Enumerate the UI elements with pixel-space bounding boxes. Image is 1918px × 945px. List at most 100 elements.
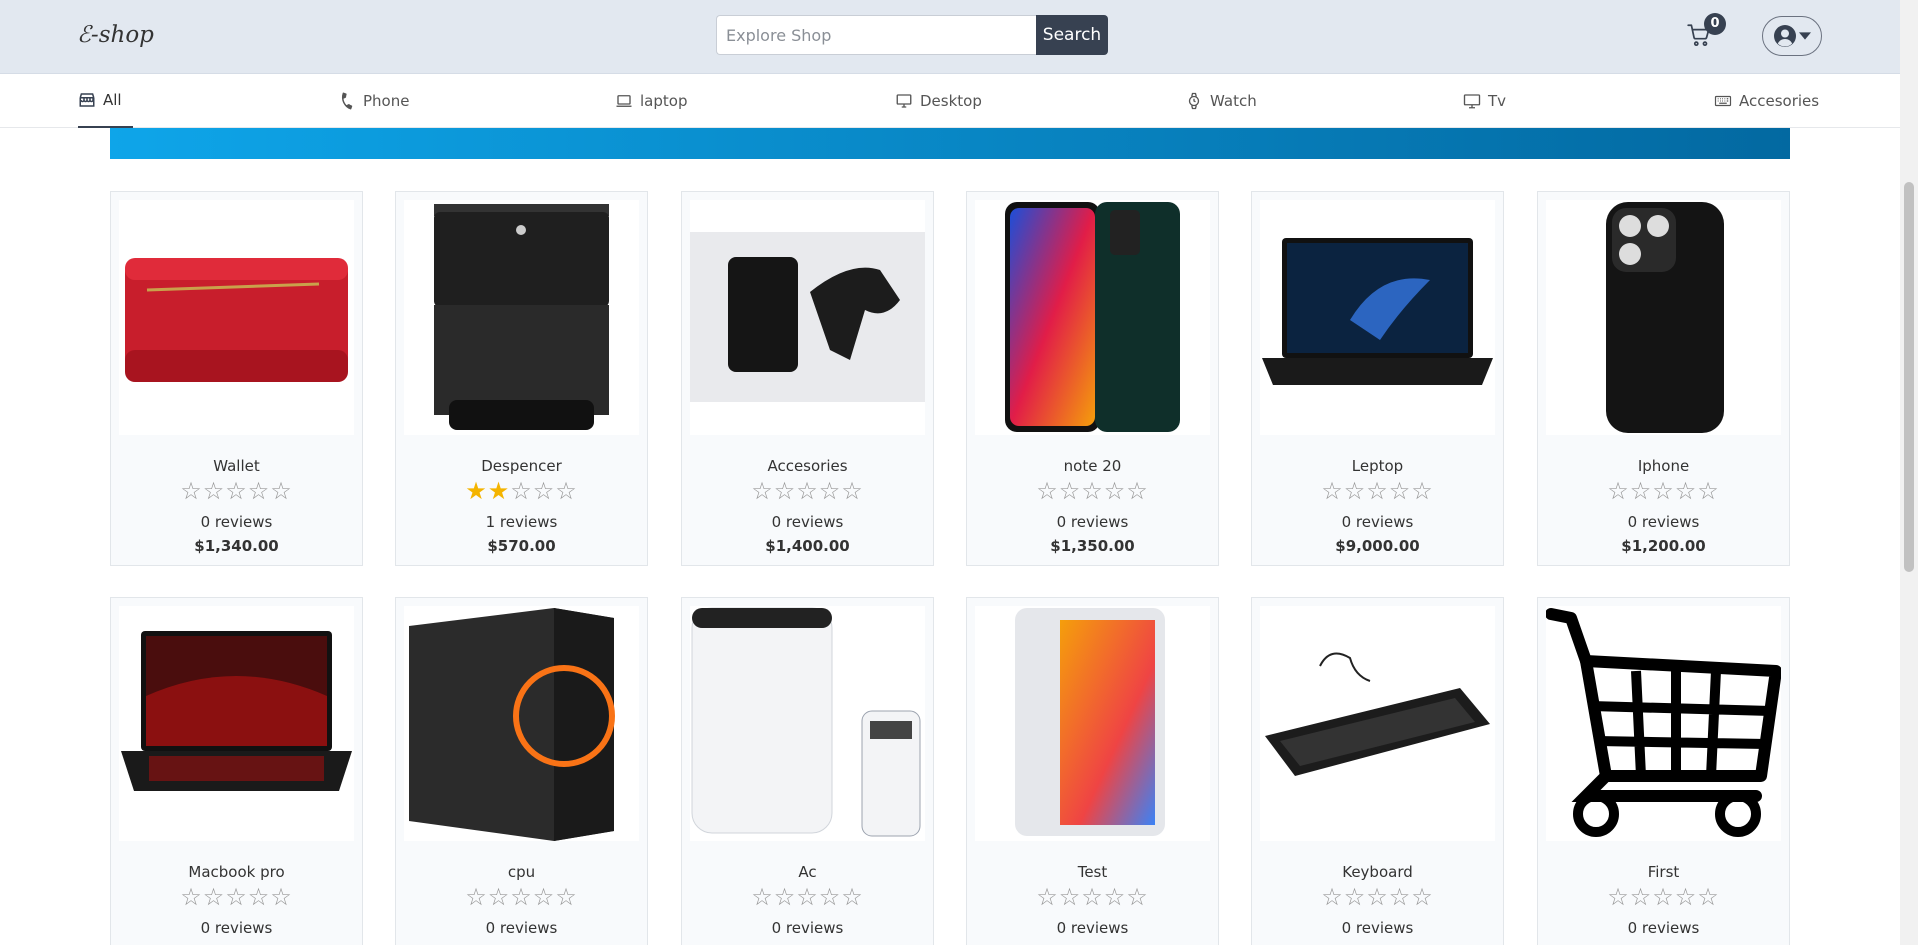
category-tab-watch[interactable]: Watch [1185,74,1257,128]
product-card[interactable]: Accesories ☆☆☆☆☆ 0 reviews $1,400.00 [681,191,934,566]
product-name[interactable]: Leptop [1252,457,1503,475]
star-icon: ☆ [1103,883,1127,911]
product-name[interactable]: Accesories [682,457,933,475]
review-count: 0 reviews [1341,919,1414,937]
brand-logo[interactable]: ℰ-shop [77,22,154,48]
product-image-ac[interactable] [690,606,925,841]
product-name[interactable]: Ac [682,863,933,881]
star-icon: ☆ [532,477,556,505]
rating-stars: ☆☆☆☆☆ [967,477,1218,505]
review-count: 0 reviews [1056,919,1129,937]
review-count: 0 reviews [1056,513,1129,531]
star-icon: ☆ [180,883,203,911]
product-image-test[interactable] [975,606,1210,841]
review-count: 0 reviews [771,513,844,531]
category-tab-desktop[interactable]: Desktop [895,74,982,128]
page-scrollbar[interactable] [1900,0,1918,945]
product-name[interactable]: Despencer [396,457,647,475]
product-price: $570.00 [487,537,556,555]
store-icon [79,93,95,107]
star-filled-icon: ★ [487,477,511,505]
star-icon: ☆ [1321,883,1344,911]
star-icon: ☆ [1652,883,1675,911]
product-name[interactable]: Iphone [1538,457,1789,475]
category-nav: All Phone laptop Desktop Watch Tv Acceso… [0,74,1900,128]
category-tab-laptop[interactable]: laptop [615,74,687,128]
phone-icon [342,92,353,110]
product-price: $1,340.00 [194,537,279,555]
product-image-leptop[interactable] [1260,200,1495,435]
star-icon: ☆ [510,477,533,505]
category-tab-accesories[interactable]: Accesories [1714,74,1819,128]
product-card[interactable]: Test ☆☆☆☆☆ 0 reviews [966,597,1219,945]
star-icon: ☆ [555,883,578,911]
star-icon: ☆ [1036,477,1059,505]
star-icon: ☆ [818,883,842,911]
product-card[interactable]: Ac ☆☆☆☆☆ 0 reviews [681,597,934,945]
product-card[interactable]: Iphone ☆☆☆☆☆ 0 reviews $1,200.00 [1537,191,1790,566]
product-image-keyboard[interactable] [1260,606,1495,841]
star-icon: ☆ [202,883,226,911]
star-icon: ☆ [225,883,248,911]
category-tab-all[interactable]: All [78,74,133,128]
star-icon: ☆ [1697,883,1720,911]
star-icon: ☆ [465,883,488,911]
laptop-icon [616,95,632,107]
star-icon: ☆ [841,477,864,505]
product-image-macbook-pro[interactable] [119,606,354,841]
product-card[interactable]: Keyboard ☆☆☆☆☆ 0 reviews [1251,597,1504,945]
product-image-iphone[interactable] [1546,200,1781,435]
star-icon: ☆ [1411,883,1434,911]
review-count: 1 reviews [485,513,558,531]
product-card[interactable]: Wallet ☆☆☆☆☆ 0 reviews $1,340.00 [110,191,363,566]
promo-banner[interactable] [110,128,1790,159]
desktop-icon [896,94,912,108]
product-image-wallet[interactable] [119,200,354,435]
product-name[interactable]: Macbook pro [111,863,362,881]
product-card[interactable]: Macbook pro ☆☆☆☆☆ 0 reviews [110,597,363,945]
product-name[interactable]: cpu [396,863,647,881]
product-image-note-20[interactable] [975,200,1210,435]
product-price: $1,400.00 [765,537,850,555]
rating-stars: ★★☆☆☆ [396,477,647,505]
product-image-cpu[interactable] [404,606,639,841]
star-icon: ☆ [1058,883,1082,911]
product-name[interactable]: Test [967,863,1218,881]
product-image-accesories[interactable] [690,200,925,435]
product-name[interactable]: note 20 [967,457,1218,475]
product-name[interactable]: Keyboard [1252,863,1503,881]
product-image-despencer[interactable] [404,200,639,435]
account-dropdown-button[interactable] [1762,16,1822,56]
product-name[interactable]: Wallet [111,457,362,475]
keyboard-icon [1714,95,1732,107]
rating-stars: ☆☆☆☆☆ [682,883,933,911]
product-card[interactable]: note 20 ☆☆☆☆☆ 0 reviews $1,350.00 [966,191,1219,566]
product-card[interactable]: Despencer ★★☆☆☆ 1 reviews $570.00 [395,191,648,566]
star-icon: ☆ [1081,883,1104,911]
cart-button[interactable]: 0 [1686,13,1726,50]
product-card[interactable]: cpu ☆☆☆☆☆ 0 reviews [395,597,648,945]
category-tab-tv[interactable]: Tv [1463,74,1506,128]
caret-down-icon [1799,32,1811,40]
review-count: 0 reviews [1341,513,1414,531]
star-icon: ☆ [818,477,842,505]
star-icon: ☆ [225,477,248,505]
product-card[interactable]: Leptop ☆☆☆☆☆ 0 reviews $9,000.00 [1251,191,1504,566]
scrollbar-thumb[interactable] [1904,182,1914,572]
category-tab-phone[interactable]: Phone [338,74,409,128]
search-input[interactable] [716,15,1036,55]
product-image-first[interactable] [1546,606,1781,841]
star-icon: ☆ [841,883,864,911]
product-card[interactable]: First ☆☆☆☆☆ 0 reviews [1537,597,1790,945]
star-icon: ☆ [1343,883,1367,911]
star-icon: ☆ [1081,477,1104,505]
category-label: Desktop [920,92,982,110]
product-name[interactable]: First [1538,863,1789,881]
review-count: 0 reviews [200,919,273,937]
star-icon: ☆ [1697,477,1720,505]
search-button[interactable]: Search [1036,15,1108,55]
user-circle-icon [1774,25,1796,47]
product-price: $9,000.00 [1335,537,1420,555]
star-icon: ☆ [270,883,293,911]
category-label: Watch [1210,92,1257,110]
